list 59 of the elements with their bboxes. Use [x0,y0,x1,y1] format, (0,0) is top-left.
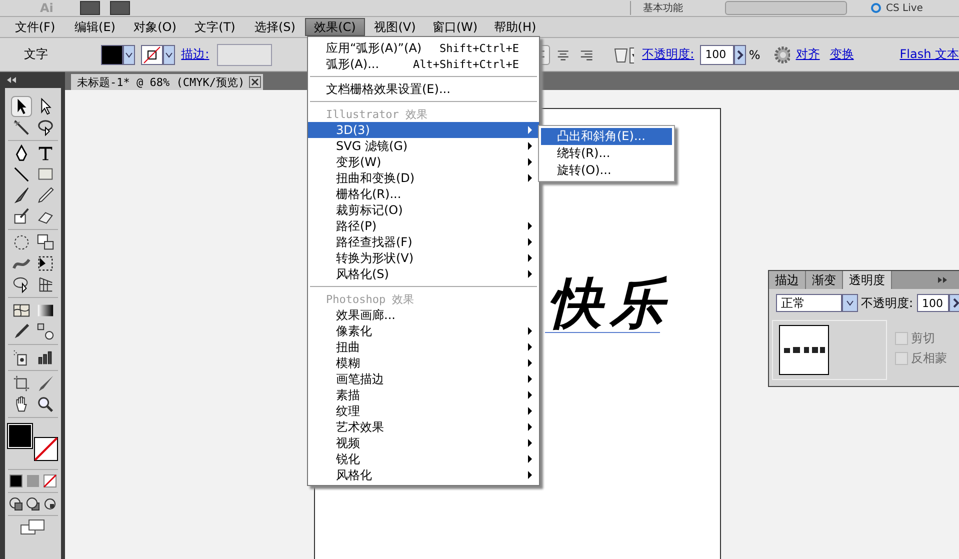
menu-item[interactable]: 文档栅格效果设置(E)... [308,81,539,97]
opacity-link[interactable]: 不透明度: [642,46,694,63]
panel-tab[interactable]: 描边 [769,271,806,289]
menu-bar-item[interactable]: 文件(F) [5,18,65,36]
menu-bar-item[interactable]: 效果(C) [305,18,365,36]
menu-item[interactable]: 3D(3) [308,122,539,138]
menu-item[interactable]: 转换为形状(V) [308,250,539,266]
menu-bar-item[interactable]: 视图(V) [365,18,425,36]
menu-item[interactable]: 扭曲和变换(D) [308,170,539,186]
align-link[interactable]: 对齐 [796,46,820,63]
opacity-field[interactable]: 100 [917,294,950,312]
document-tab[interactable]: 未标题-1* @ 68% (CMYK/预览) [71,74,263,90]
menu-item[interactable]: 风格化 [308,467,539,483]
menu-bar-item[interactable]: 帮助(H) [485,18,545,36]
menu-section-header: Illustrator 效果 [325,106,428,122]
opacity-field[interactable]: 100 [700,44,734,64]
menu-item[interactable]: 锐化 [308,451,539,467]
transform-link[interactable]: 变换 [830,46,854,63]
menu-item[interactable]: 模糊 [308,355,539,371]
menu-item[interactable]: 视频 [308,435,539,451]
app-logo: Ai [40,1,54,15]
menu-section-header: Photoshop 效果 [325,292,416,307]
menu-item[interactable]: 旋转(O)... [541,162,672,179]
menu-item[interactable]: 弧形(A)... Alt+Shift+Ctrl+E [308,56,539,72]
menu-item[interactable]: 扭曲 [308,339,539,355]
menu-item[interactable]: 栅格化(R)... [308,186,539,202]
checkbox-label: 剪切 [911,330,935,347]
menu-item[interactable]: 应用“弧形(A)”(A) Shift+Ctrl+E [308,40,539,56]
menu-item[interactable]: 变形(W) [308,154,539,170]
menu-item[interactable]: 效果画廊... [308,307,539,323]
artboard-text: 快乐 [548,276,672,330]
percent-label: % [748,48,760,62]
menu-bar-item[interactable]: 选择(S) [245,18,305,36]
object-type-label: 文字 [24,46,49,63]
checkbox-label: 反相蒙 [911,350,947,367]
menu-item[interactable]: SVG 滤镜(G) [308,138,539,154]
menu-bar-item[interactable]: 编辑(E) [65,18,125,36]
menu-item[interactable]: 路径(P) [308,218,539,234]
menu-bar-item[interactable]: 窗口(W) [425,18,485,36]
menu-item[interactable]: 凸出和斜角(E)... [541,128,672,145]
panel-tab[interactable]: 透明度 [843,271,892,289]
menu-item[interactable]: 裁剪标记(O) [308,202,539,218]
menu-item[interactable]: 像素化 [308,323,539,339]
blend-mode-dropdown[interactable]: 正常 [776,294,842,312]
cs-live-label[interactable]: CS Live [886,2,923,14]
workspace-switcher[interactable]: 基本功能 [630,1,715,15]
menu-item[interactable]: 纹理 [308,403,539,419]
menu-item[interactable]: 艺术效果 [308,419,539,435]
menu-item[interactable]: 路径查找器(F) [308,234,539,250]
menu-bar-item[interactable]: 对象(O) [125,18,185,36]
menu-bar-item[interactable]: 文字(T) [185,18,245,36]
panel-tab[interactable]: 渐变 [806,271,843,289]
opacity-label: 不透明度: [861,294,914,312]
menu-item[interactable]: 画笔描边 [308,371,539,387]
flash-text-link[interactable]: Flash 文本 [900,46,959,63]
menu-item[interactable]: 素描 [308,387,539,403]
menu-item[interactable]: 风格化(S) [308,266,539,282]
menu-item[interactable]: 绕转(R)... [541,145,672,162]
stroke-link[interactable]: 描边: [181,46,210,63]
